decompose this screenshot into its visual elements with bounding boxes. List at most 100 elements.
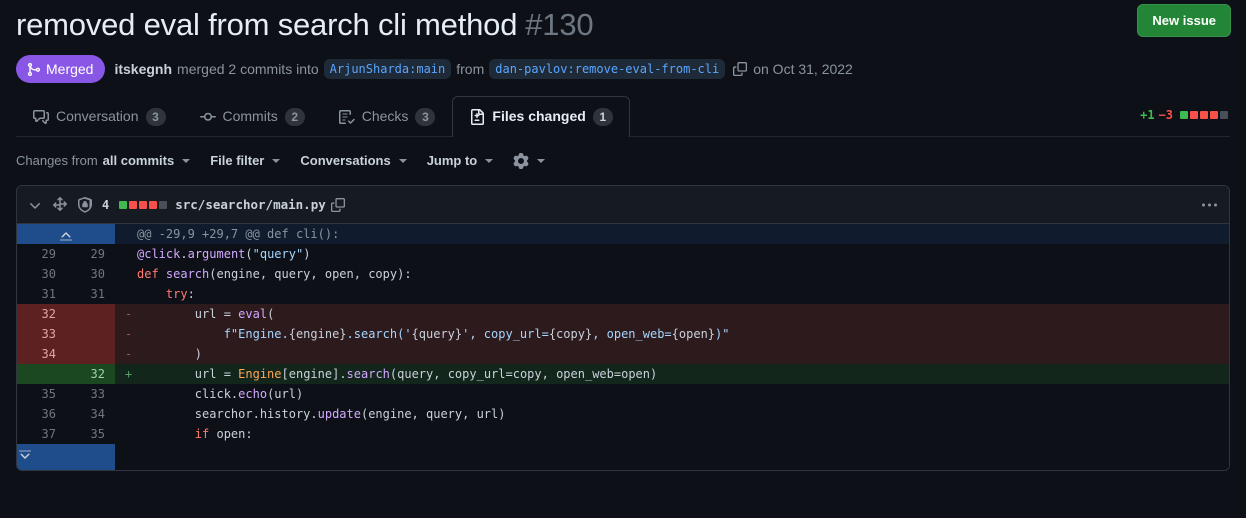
- base-branch-chip[interactable]: ArjunSharda:main: [323, 59, 452, 79]
- file-filter-label: File filter: [210, 153, 265, 168]
- pr-meta-row: Merged itskegnh merged 2 commits into Ar…: [16, 55, 1230, 83]
- new-line-number[interactable]: [66, 304, 115, 324]
- new-line-number[interactable]: 35: [66, 424, 115, 444]
- diffstat-square: [149, 200, 158, 209]
- code-line: searchor.history.update(engine, query, u…: [137, 404, 1229, 424]
- changes-from-label: Changes from: [16, 153, 98, 168]
- diff-settings-dropdown[interactable]: [513, 153, 546, 169]
- move-to-icon[interactable]: [52, 196, 68, 213]
- tab-checks[interactable]: Checks 3: [322, 96, 453, 137]
- kebab-horizontal-icon[interactable]: [1202, 203, 1217, 206]
- diff-expand-row: [17, 444, 1229, 470]
- table-row: 36 34 searchor.history.update(engine, qu…: [17, 404, 1229, 424]
- old-line-number[interactable]: 36: [17, 404, 66, 424]
- code-line: @click.argument("query"): [137, 244, 1229, 264]
- file-change-count: 4: [102, 197, 110, 212]
- diff-hunk-header-row: @@ -29,9 +29,7 @@ def cli():: [17, 224, 1229, 244]
- tab-label: Conversation: [56, 108, 139, 124]
- copy-branch-icon[interactable]: [733, 62, 748, 76]
- diff-marker: [115, 244, 137, 264]
- old-line-number[interactable]: 31: [17, 284, 66, 304]
- table-row: 32 - url = eval(: [17, 304, 1229, 324]
- old-line-number[interactable]: 29: [17, 244, 66, 264]
- file-filter-dropdown[interactable]: File filter: [210, 151, 281, 171]
- diffstat-square: [159, 200, 168, 209]
- new-line-number[interactable]: 31: [66, 284, 115, 304]
- chevron-down-icon: [485, 159, 494, 163]
- diff-marker: [115, 224, 137, 244]
- old-line-number[interactable]: 37: [17, 424, 66, 444]
- status-badge-label: Merged: [46, 61, 94, 77]
- new-line-number[interactable]: 34: [66, 404, 115, 424]
- tab-files-changed[interactable]: Files changed 1: [452, 96, 630, 138]
- new-line-number[interactable]: [66, 324, 115, 344]
- from-label: from: [456, 61, 485, 77]
- changes-from-value: all commits: [102, 153, 175, 168]
- table-row: 31 31 try:: [17, 284, 1229, 304]
- conversations-dropdown[interactable]: Conversations: [300, 151, 407, 171]
- file-diffstat-squares: [119, 200, 168, 209]
- pr-number: #130: [525, 7, 594, 42]
- file-path[interactable]: src/searchor/main.py: [175, 197, 326, 212]
- new-line-number[interactable]: 30: [66, 264, 115, 284]
- new-line-number[interactable]: 33: [66, 384, 115, 404]
- file-diff-icon: [469, 108, 485, 125]
- old-line-number[interactable]: 30: [17, 264, 66, 284]
- checklist-icon: [338, 109, 355, 125]
- expand-up-button[interactable]: [17, 224, 115, 244]
- diffstat-summary[interactable]: +1 −3: [1140, 108, 1228, 122]
- new-line-number[interactable]: [66, 344, 115, 364]
- pr-header: removed eval from search cli method #130 …: [0, 0, 1246, 83]
- code-line: url = Engine[engine].search(query, copy_…: [137, 364, 1229, 384]
- code-line: [137, 444, 1229, 470]
- code-line: ): [137, 344, 1229, 364]
- old-line-number[interactable]: 32: [17, 304, 66, 324]
- chevron-down-icon[interactable]: [27, 197, 43, 213]
- new-line-number[interactable]: 29: [66, 244, 115, 264]
- code-line: if open:: [137, 424, 1229, 444]
- chevron-down-icon: [272, 159, 281, 163]
- table-row: 32 + url = Engine[engine].search(query, …: [17, 364, 1229, 384]
- tab-conversation[interactable]: Conversation 3: [16, 96, 183, 137]
- table-row: 30 30 def search(engine, query, open, co…: [17, 264, 1229, 284]
- pr-author[interactable]: itskegnh: [114, 59, 172, 79]
- gear-icon: [513, 153, 529, 169]
- changes-from-dropdown[interactable]: Changes from all commits: [16, 151, 191, 171]
- tab-counter: 1: [592, 107, 613, 126]
- pr-title-row: removed eval from search cli method #130: [16, 6, 1230, 44]
- deletions-count: −3: [1158, 108, 1173, 122]
- table-row: 35 33 click.echo(url): [17, 384, 1229, 404]
- file-diff-container: 4 src/searchor/main.py @@ -29,9 +29,7 @@…: [16, 185, 1230, 471]
- new-line-number[interactable]: 32: [66, 364, 115, 384]
- code-line: url = eval(: [137, 304, 1229, 324]
- copy-path-icon[interactable]: [330, 197, 345, 212]
- new-issue-button[interactable]: New issue: [1137, 4, 1231, 37]
- diff-marker: [115, 264, 137, 284]
- status-badge: Merged: [16, 55, 106, 83]
- old-line-number[interactable]: 35: [17, 384, 66, 404]
- diff-table: @@ -29,9 +29,7 @@ def cli(): 29 29 @clic…: [17, 224, 1229, 470]
- merge-description: merged 2 commits into: [177, 61, 319, 77]
- diffstat-square: [1200, 111, 1208, 119]
- old-line-number[interactable]: [17, 364, 66, 384]
- tabs-wrapper: Conversation 3 Commits 2 Checks 3 Files …: [0, 95, 1246, 138]
- chevron-down-icon: [537, 159, 546, 163]
- merge-date: on Oct 31, 2022: [753, 61, 853, 77]
- diff-marker: -: [115, 344, 137, 364]
- diff-body: @@ -29,9 +29,7 @@ def cli(): 29 29 @clic…: [17, 224, 1229, 470]
- table-row: 37 35 if open:: [17, 424, 1229, 444]
- head-branch-chip[interactable]: dan-pavlov:remove-eval-from-cli: [489, 59, 726, 79]
- shield-lock-icon[interactable]: [77, 196, 93, 213]
- git-merge-icon: [26, 62, 41, 77]
- jump-to-dropdown[interactable]: Jump to: [427, 151, 494, 171]
- conversations-label: Conversations: [300, 153, 391, 168]
- diffstat-square: [1210, 111, 1218, 119]
- expand-down-button[interactable]: [17, 444, 115, 470]
- old-line-number[interactable]: 34: [17, 344, 66, 364]
- tab-commits[interactable]: Commits 2: [183, 96, 322, 137]
- diff-toolbar: Changes from all commits File filter Con…: [0, 137, 1246, 183]
- page-title: removed eval from search cli method #130: [16, 6, 594, 44]
- code-line: click.echo(url): [137, 384, 1229, 404]
- file-header: 4 src/searchor/main.py: [17, 186, 1229, 224]
- old-line-number[interactable]: 33: [17, 324, 66, 344]
